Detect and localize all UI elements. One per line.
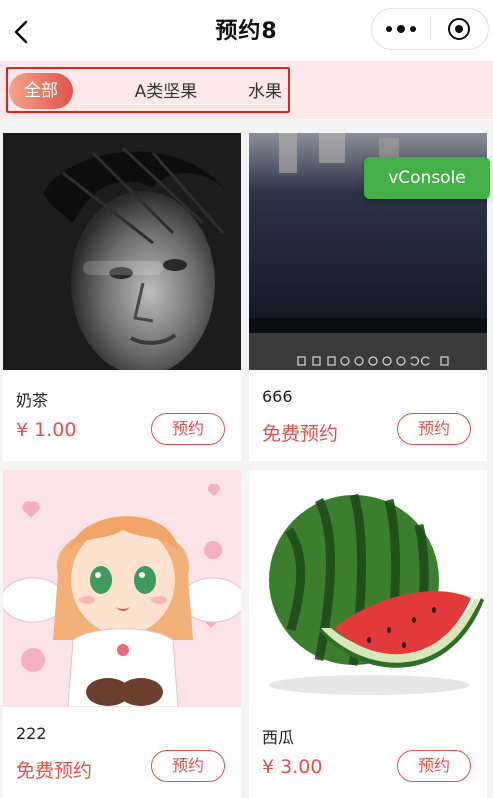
mini-program-capsule [371, 8, 489, 50]
category-tab-fruit[interactable]: 水果 [244, 77, 286, 107]
category-tab-nuts[interactable]: A类坚果 [118, 77, 214, 107]
category-bar: 全部 A类坚果 水果 [0, 61, 493, 119]
more-dots-icon [385, 25, 416, 33]
product-price: ¥ 1.00 [16, 419, 77, 441]
product-price: 免费预约 [262, 423, 339, 445]
reserve-button[interactable]: 预约 [151, 750, 225, 782]
product-name: 222 [16, 724, 47, 743]
category-tab-all[interactable]: 全部 [9, 73, 73, 109]
reserve-button[interactable]: 预约 [397, 413, 471, 445]
product-name: 奶茶 [16, 391, 49, 410]
vconsole-button[interactable]: vConsole [364, 157, 490, 199]
product-name: 666 [262, 387, 293, 406]
navigation-bar: 预约8 [0, 0, 493, 60]
product-name: 西瓜 [262, 728, 295, 747]
product-card[interactable]: 222 免费预约 预约 [3, 470, 241, 798]
close-mini-program-button[interactable] [431, 9, 489, 49]
product-image [249, 470, 487, 707]
product-price: ¥ 3.00 [262, 756, 323, 778]
product-price: 免费预约 [16, 760, 93, 782]
product-image [3, 133, 241, 370]
target-circle-icon [448, 18, 471, 40]
product-card[interactable]: 西瓜 ¥ 3.00 预约 [249, 470, 487, 798]
reserve-button[interactable]: 预约 [151, 413, 225, 445]
product-card[interactable]: 奶茶 ¥ 1.00 预约 [3, 133, 241, 461]
product-image [3, 470, 241, 707]
more-button[interactable] [372, 9, 430, 49]
reserve-button[interactable]: 预约 [397, 750, 471, 782]
